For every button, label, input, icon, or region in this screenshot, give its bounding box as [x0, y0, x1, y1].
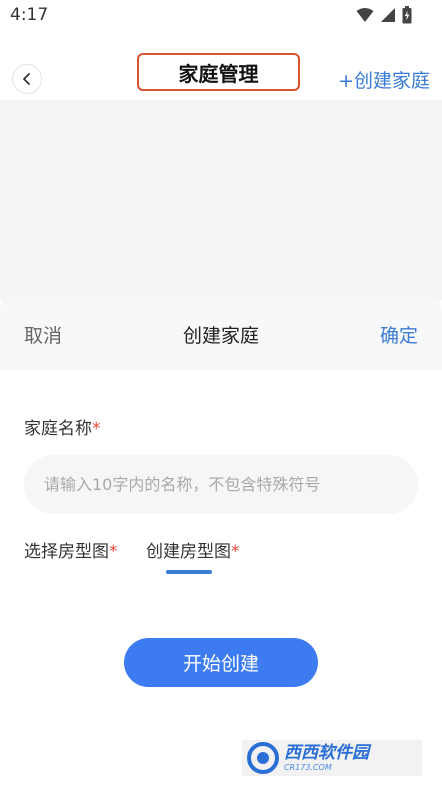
screen: 4:17 家庭管理 +创建家庭 取消 创建家庭 确定 家庭名称* 请输入10字内… — [0, 0, 442, 786]
start-create-button[interactable]: 开始创建 — [124, 638, 318, 687]
sheet-title: 创建家庭 — [182, 325, 259, 347]
chevron-left-icon — [23, 73, 30, 85]
status-bar: 4:17 — [0, 0, 442, 32]
confirm-button[interactable]: 确定 — [380, 321, 418, 348]
status-icons — [356, 6, 412, 24]
tab-select-floorplan[interactable]: 选择房型图* — [24, 537, 118, 562]
sheet-header: 取消 创建家庭 确定 — [0, 296, 442, 370]
watermark-sub: CR173.COM — [284, 762, 332, 772]
watermark-logo-icon — [247, 742, 279, 774]
watermark-main: 西西软件园 — [284, 742, 369, 763]
page-title: 家庭管理 — [178, 61, 259, 86]
wifi-icon — [356, 8, 374, 22]
tab-select-floorplan-label: 选择房型图 — [24, 542, 109, 562]
family-name-label: 家庭名称* — [24, 414, 101, 439]
tab-active-indicator — [166, 570, 212, 574]
required-mark: * — [231, 542, 240, 562]
tab-create-floorplan-label: 创建房型图 — [146, 542, 231, 562]
status-time: 4:17 — [10, 5, 49, 25]
page-title-highlight: 家庭管理 — [137, 53, 300, 91]
create-family-sheet: 取消 创建家庭 确定 家庭名称* 选择房型图* 创建房型图* 开始创建 — [0, 296, 442, 786]
back-button[interactable] — [12, 64, 42, 94]
required-mark: * — [92, 419, 101, 439]
watermark: 西西软件园 CR173.COM — [242, 740, 422, 776]
family-name-label-text: 家庭名称 — [24, 419, 92, 439]
content-backdrop — [0, 100, 442, 300]
header-bar: 家庭管理 +创建家庭 — [0, 44, 442, 100]
watermark-text: 西西软件园 CR173.COM — [284, 742, 369, 772]
required-mark: * — [109, 542, 118, 562]
battery-icon — [402, 6, 412, 24]
signal-icon — [381, 8, 395, 22]
tab-create-floorplan[interactable]: 创建房型图* — [146, 537, 240, 562]
family-name-input[interactable] — [24, 455, 418, 514]
create-family-link[interactable]: +创建家庭 — [338, 66, 430, 93]
